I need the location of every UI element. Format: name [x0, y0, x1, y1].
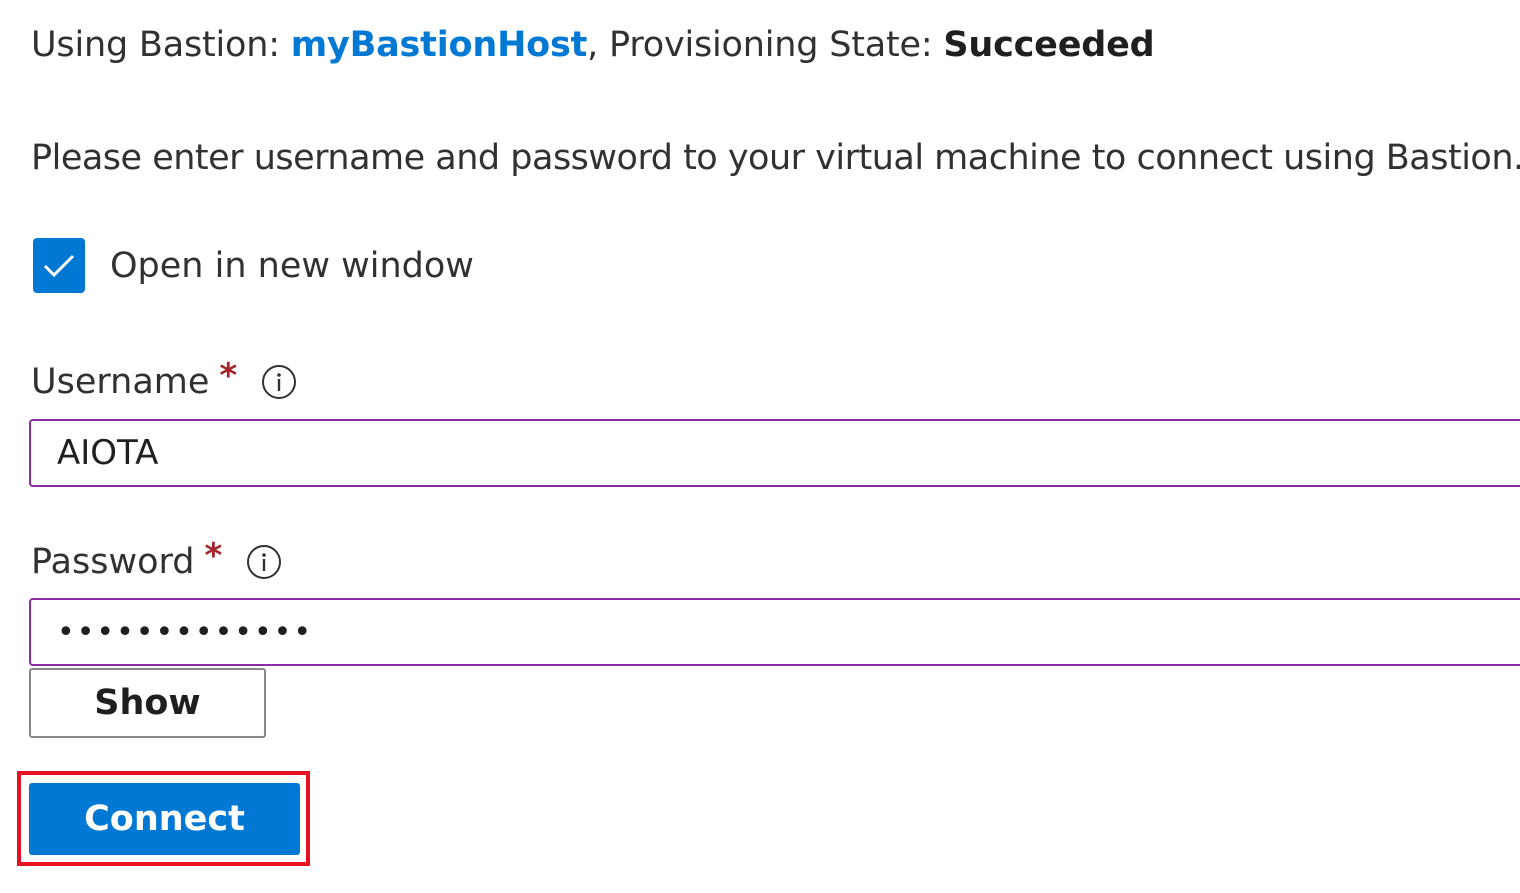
info-icon[interactable] [261, 364, 297, 400]
open-new-window-label: Open in new window [110, 245, 474, 286]
password-label: Password [31, 542, 195, 582]
bastion-status: Using Bastion: myBastionHost, Provisioni… [31, 22, 1155, 68]
status-prefix: Using Bastion: [31, 25, 291, 65]
required-marker: * [204, 536, 223, 576]
connect-button[interactable]: Connect [29, 783, 300, 855]
password-label-row: Password * [31, 536, 282, 585]
provisioning-state: Succeeded [943, 25, 1155, 65]
info-icon[interactable] [246, 544, 282, 580]
bastion-host-link[interactable]: myBastionHost [291, 25, 588, 65]
instruction-text: Please enter username and password to yo… [31, 138, 1520, 178]
username-label: Username [31, 362, 210, 402]
checkmark-icon [43, 254, 75, 277]
open-new-window-option[interactable]: Open in new window [33, 238, 474, 293]
username-field[interactable] [29, 419, 1520, 487]
status-middle: , Provisioning State: [587, 25, 944, 65]
open-new-window-checkbox[interactable] [33, 238, 85, 293]
password-field[interactable] [29, 598, 1520, 666]
required-marker: * [219, 356, 238, 396]
bastion-connect-panel: Using Bastion: myBastionHost, Provisioni… [0, 0, 1520, 893]
username-label-row: Username * [31, 356, 297, 405]
show-password-button[interactable]: Show [29, 668, 266, 738]
